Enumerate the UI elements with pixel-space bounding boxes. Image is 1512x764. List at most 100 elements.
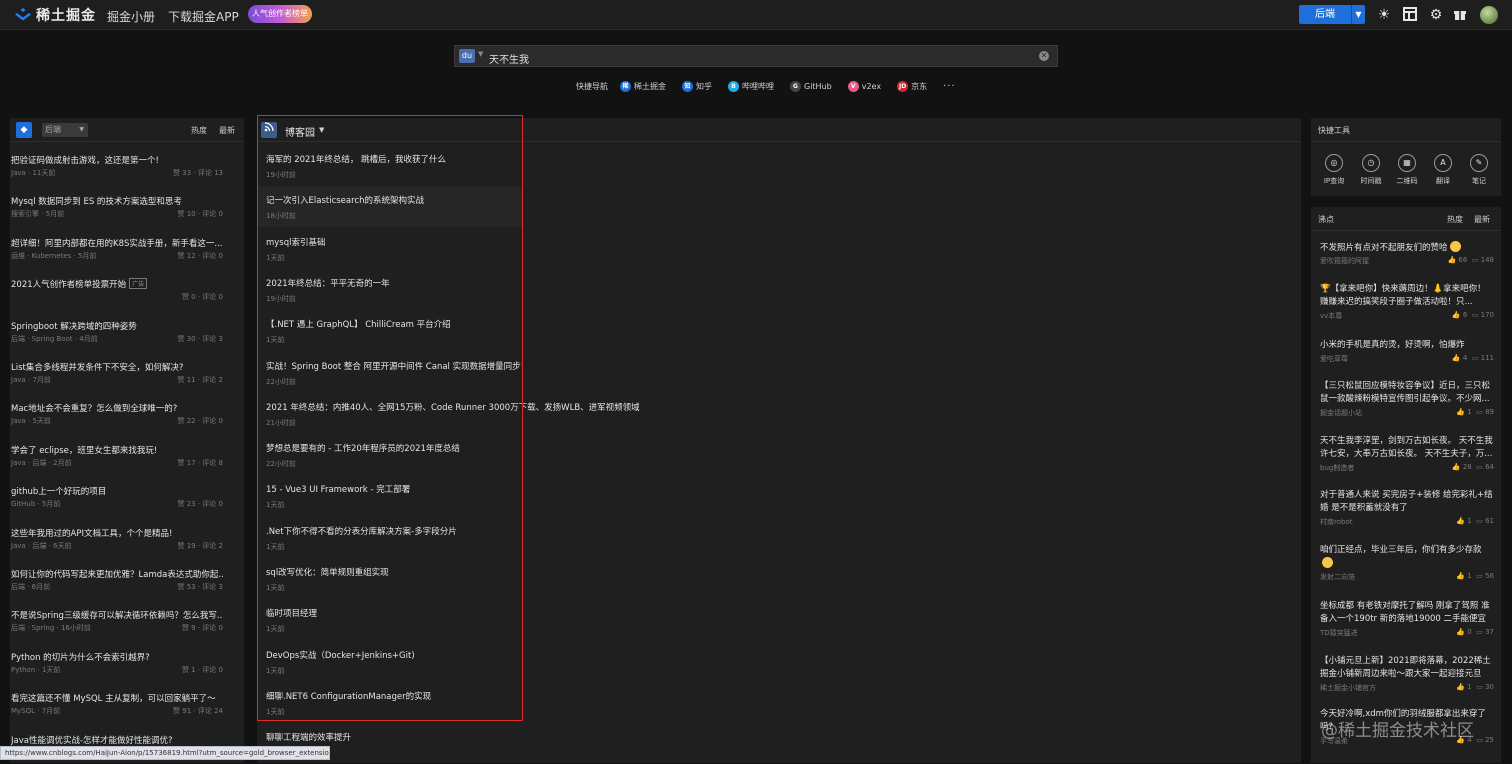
pin-item[interactable]: 对于普通人来说 买完房子+装修 给完彩礼+结婚 是不是积蓄就没有了村南robot… (1320, 489, 1494, 527)
pin-user[interactable]: 掘金话题小站 (1320, 409, 1362, 417)
article-title[interactable]: 如何让你的代码写起来更加优雅？Lamda表达式助你起... (11, 568, 223, 580)
list-item[interactable]: 把验证码做成射击游戏，这还是第一个! Java · 11天前 赞 33 · 评论 1… (11, 154, 223, 177)
thumb-up-icon[interactable]: 👍 (1456, 683, 1465, 691)
article-title[interactable]: DevOps实战（Docker+Jenkins+Git) (266, 649, 415, 661)
category-select[interactable]: 后端 ▼ (1299, 5, 1365, 24)
list-item[interactable]: 不是说Spring三级缓存可以解决循环依赖吗？怎么我写... 后端 · Sprin… (11, 609, 223, 632)
search-input[interactable]: 天不生我 (489, 51, 529, 66)
comment-icon[interactable]: ▭ (1476, 628, 1483, 636)
article-title[interactable]: 学会了 eclipse，班里女生都来找我玩! (11, 444, 223, 456)
pin-item[interactable]: 🏆【拿来吧你】快来薅周边！👃拿来吧你！赚赚来迟的搞笑段子圈子做活动啦！只... v… (1320, 283, 1494, 321)
pin-item[interactable]: 小米的手机是真的烫，好烫啊，怕爆炸 爱吃草莓 👍 4 ▭ 111 (1320, 339, 1494, 364)
pin-text[interactable]: 不发照片有点对不起朋友们的赞哈 (1320, 241, 1494, 254)
article-title[interactable]: 超详细！阿里内部都在用的K8S实战手册，新手看这一... (11, 237, 223, 249)
list-item[interactable]: Python 的切片为什么不会索引越界? Python · 1天前 赞 1 · 评论… (11, 651, 223, 674)
list-item[interactable]: .Net下你不得不看的分表分库解决方案-多字段分片 1天前 (257, 517, 523, 558)
list-item[interactable]: 超详细！阿里内部都在用的K8S实战手册，新手看这一... 运维 · Kuberne… (11, 237, 223, 260)
baidu-icon[interactable]: du (459, 49, 475, 63)
article-title[interactable]: List集合多线程并发条件下不安全，如何解决? (11, 361, 223, 373)
list-item[interactable]: mysql索引基础 1天前 (257, 228, 523, 269)
article-title[interactable]: Java性能调优实战-怎样才能做好性能调优? (11, 734, 223, 746)
article-title[interactable]: 【.NET 遇上 GraphQL】 ChilliCream 平台介绍 (266, 318, 451, 330)
list-item[interactable]: DevOps实战（Docker+Jenkins+Git) 1天前 (257, 641, 523, 682)
pin-user[interactable]: bug制造者 (1320, 464, 1354, 472)
nav-download-app[interactable]: 下载掘金APP (168, 8, 239, 25)
thumb-up-icon[interactable]: 👍 (1452, 354, 1461, 362)
pin-user[interactable]: 发射二向箔 (1320, 573, 1355, 581)
pin-text[interactable]: 坐标成都 有老铁对摩托了解吗 刚拿了驾照 准备入一个190tr 新的落地1900… (1320, 600, 1494, 626)
article-title[interactable]: Mac地址会不会重复？怎么做到全球唯一的? (11, 402, 223, 414)
article-title[interactable]: 临时项目经理 (266, 607, 317, 619)
creator-ranking-badge[interactable]: 人气创作者榜单 (248, 5, 312, 23)
article-title[interactable]: 把验证码做成射击游戏，这还是第一个! (11, 154, 223, 166)
list-item[interactable]: 2021 年终总结：内推40人、全网15万粉、Code Runner 3000万… (257, 393, 640, 434)
pin-text[interactable]: 【小铺元旦上新】2021即将落幕，2022稀土掘金小铺新周边来啦～跟大家一起迎接… (1320, 655, 1494, 681)
pin-item[interactable]: 天不生我李淳罡，剑到万古如长夜。 天不生我许七安，大奉万古如长夜。 天不生夫子，… (1320, 435, 1494, 473)
pin-item[interactable]: 咱们正经点，毕业三年后，你们有多少存款 发射二向箔 👍 1 ▭ 56 (1320, 544, 1494, 582)
article-title[interactable]: 2021人气创作者榜单投票开始 广告 (11, 278, 223, 290)
pin-user[interactable]: 村南robot (1320, 518, 1352, 526)
pin-user[interactable]: TD猿突猛进 (1320, 629, 1358, 637)
list-item[interactable]: 梦想总是要有的 - 工作20年程序员的2021年度总结 22小时前 (257, 434, 523, 475)
list-item[interactable]: 看完这篇还不懂 MySQL 主从复制，可以回家躺平了～ MySQL · 7月前 赞 … (11, 692, 223, 715)
list-item[interactable]: 记一次引入Elasticsearch的系统架构实战 18小时前 (257, 186, 523, 228)
tool-notes[interactable]: ✎ 笔记 (1464, 154, 1494, 186)
juejin-logo[interactable]: 稀土掘金 (14, 6, 96, 24)
gear-icon[interactable]: ⚙ (1428, 7, 1444, 23)
list-item[interactable]: Mac地址会不会重复？怎么做到全球唯一的? Java · 5天前 赞 22 · 评论… (11, 402, 223, 425)
comment-icon[interactable]: ▭ (1476, 572, 1483, 580)
tool-ip-lookup[interactable]: ◎ IP查询 (1319, 154, 1349, 186)
quick-link-jd[interactable]: JD 京东 (897, 80, 927, 92)
chevron-down-icon[interactable]: ▼ (478, 50, 483, 58)
list-item[interactable]: github上一个好玩的项目 GitHub · 5月前 赞 23 · 评论 0 (11, 485, 223, 508)
pin-item[interactable]: 不发照片有点对不起朋友们的赞哈 爱吹箍箍的阿猩 👍 66 ▭ 148 (1320, 241, 1494, 266)
tool-timestamp[interactable]: ◷ 时间戳 (1356, 154, 1386, 186)
list-item[interactable]: sql改写优化：简单规则重组实现 1天前 (257, 558, 523, 599)
quick-link-juejin[interactable]: 稀稀土掘金 (620, 80, 666, 92)
list-item[interactable]: Springboot 解决跨域的四种姿势 后端 · Spring Boot · 4… (11, 320, 223, 343)
list-item[interactable]: 如何让你的代码写起来更加优雅？Lamda表达式助你起... 后端 · 6月前 赞 5… (11, 568, 223, 591)
thumb-up-icon[interactable]: 👍 (1456, 572, 1465, 580)
tool-qrcode[interactable]: ▦ 二维码 (1392, 154, 1422, 186)
pin-user[interactable]: vv本尊 (1320, 312, 1342, 320)
comment-icon[interactable]: ▭ (1476, 736, 1483, 744)
list-item[interactable]: 临时项目经理 1天前 (257, 599, 523, 640)
more-icon[interactable]: ··· (943, 81, 956, 92)
tab-hot[interactable]: 热度 (191, 125, 207, 136)
pin-text[interactable]: 对于普通人来说 买完房子+装修 给完彩礼+结婚 是不是积蓄就没有了 (1320, 489, 1494, 515)
pin-text[interactable]: 小米的手机是真的烫，好烫啊，怕爆炸 (1320, 339, 1494, 352)
list-item[interactable]: 细聊.NET6 ConfigurationManager的实现 1天前 (257, 682, 523, 723)
pin-text[interactable]: 【三只松鼠回应模特妆容争议】近日，三只松鼠一款酸辣粉模特宣传图引起争议。不少网.… (1320, 380, 1494, 406)
article-title[interactable]: Python 的切片为什么不会索引越界? (11, 651, 223, 663)
comment-icon[interactable]: ▭ (1472, 311, 1479, 319)
tab-latest[interactable]: 最新 (219, 125, 235, 136)
article-title[interactable]: 不是说Spring三级缓存可以解决循环依赖吗？怎么我写... (11, 609, 223, 621)
thumb-up-icon[interactable]: 👍 (1447, 256, 1456, 264)
article-title[interactable]: mysql索引基础 (266, 236, 326, 248)
comment-icon[interactable]: ▭ (1476, 463, 1483, 471)
thumb-up-icon[interactable]: 👍 (1456, 517, 1465, 525)
comment-icon[interactable]: ▭ (1476, 683, 1483, 691)
article-title[interactable]: 15 - Vue3 UI Framework - 完工部署 (266, 483, 410, 495)
article-title[interactable]: 聊聊工程端的效率提升 (266, 731, 351, 743)
list-item[interactable]: List集合多线程并发条件下不安全，如何解决? Java · 7月前 赞 11 · … (11, 361, 223, 384)
list-item[interactable]: 【.NET 遇上 GraphQL】 ChilliCream 平台介绍 1天前 (257, 310, 523, 351)
pin-user[interactable]: 爱吃草莓 (1320, 355, 1348, 363)
chevron-down-icon[interactable]: ▼ (319, 126, 324, 134)
article-title[interactable]: Mysql 数据同步到 ES 的技术方案选型和思考 (11, 195, 223, 207)
comment-icon[interactable]: ▭ (1472, 256, 1479, 264)
tab-latest[interactable]: 最新 (1474, 214, 1490, 225)
comment-icon[interactable]: ▭ (1476, 517, 1483, 525)
tool-translate[interactable]: A 翻译 (1428, 154, 1458, 186)
article-title[interactable]: 梦想总是要有的 - 工作20年程序员的2021年度总结 (266, 442, 460, 454)
article-title[interactable]: Springboot 解决跨域的四种姿势 (11, 320, 223, 332)
list-item[interactable]: 实战！Spring Boot 整合 阿里开源中间件 Canal 实现数据增量同步… (257, 352, 524, 393)
article-title[interactable]: 2021年终总结：平平无奇的一年 (266, 277, 390, 289)
article-title[interactable]: .Net下你不得不看的分表分库解决方案-多字段分片 (266, 525, 457, 537)
thumb-up-icon[interactable]: 👍 (1452, 311, 1461, 319)
list-item[interactable]: 海军的 2021年终总结， 跳槽后，我收获了什么 19小时前 (257, 145, 523, 186)
comment-icon[interactable]: ▭ (1476, 408, 1483, 416)
pin-item[interactable]: 【小铺元旦上新】2021即将落幕，2022稀土掘金小铺新周边来啦～跟大家一起迎接… (1320, 655, 1494, 693)
pin-user[interactable]: 爱吹箍箍的阿猩 (1320, 257, 1369, 265)
quick-link-bilibili[interactable]: B 哔哩哔哩 (728, 80, 774, 92)
